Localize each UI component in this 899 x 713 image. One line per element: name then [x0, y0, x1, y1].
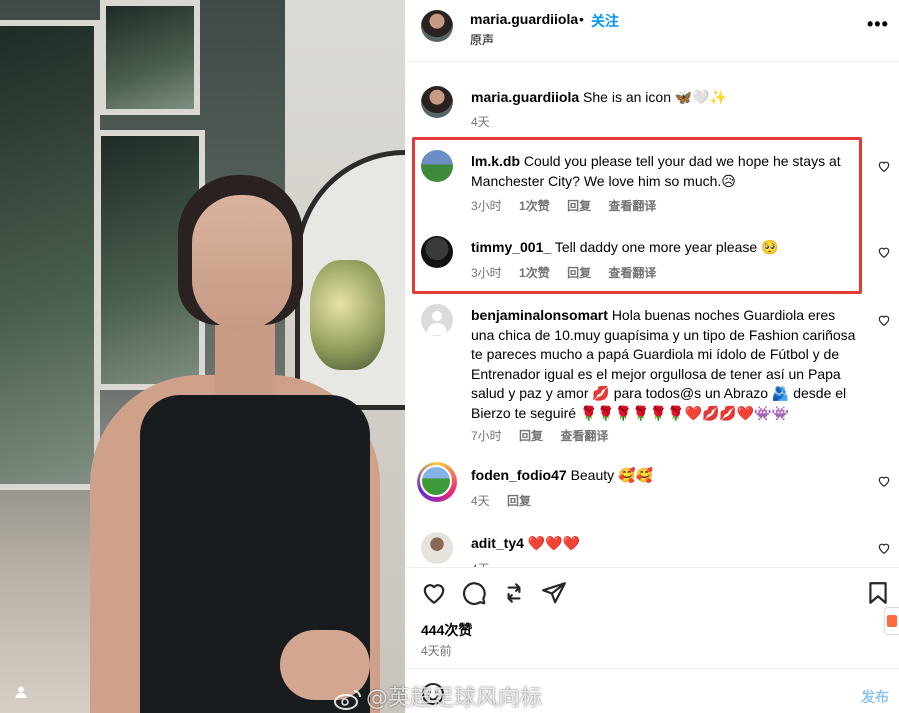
- share-icon[interactable]: [541, 580, 567, 606]
- post-media[interactable]: [0, 0, 405, 713]
- commenter-username[interactable]: lm.k.db: [471, 153, 520, 169]
- comment-text: Could you please tell your dad we hope h…: [471, 153, 841, 189]
- emoji-icon[interactable]: [421, 682, 445, 706]
- separator-dot: •: [579, 11, 584, 27]
- caption-username[interactable]: maria.guardiiola: [471, 89, 579, 105]
- audio-label[interactable]: 原声: [470, 31, 494, 48]
- like-comment-icon[interactable]: [877, 245, 891, 259]
- reply-button[interactable]: 回复: [567, 199, 591, 213]
- caption: maria.guardiiola She is an icon 🦋🤍✨ 4天: [405, 86, 899, 136]
- bookmark-icon[interactable]: [865, 580, 891, 606]
- like-comment-icon[interactable]: [877, 474, 891, 488]
- comment-input[interactable]: [461, 681, 841, 705]
- translate-button[interactable]: 查看翻译: [608, 199, 656, 213]
- post-panel: maria.guardiiola • 关注 原声 ••• maria.guard…: [405, 0, 899, 713]
- side-feedback-tab[interactable]: [884, 607, 899, 635]
- post-date[interactable]: 4天前: [421, 642, 452, 659]
- commenter-username[interactable]: benjaminalonsomart: [471, 307, 608, 323]
- commenter-avatar[interactable]: [421, 236, 453, 268]
- commenter-avatar[interactable]: [421, 532, 453, 564]
- post-header: maria.guardiiola • 关注 原声 •••: [405, 0, 899, 62]
- like-comment-icon[interactable]: [877, 313, 891, 327]
- author-username[interactable]: maria.guardiiola: [470, 11, 578, 27]
- caption-avatar[interactable]: [421, 86, 453, 118]
- comment-item: timmy_001_ Tell daddy one more year plea…: [405, 236, 899, 286]
- comment-likes[interactable]: 1次赞: [519, 266, 550, 280]
- author-avatar[interactable]: [421, 10, 453, 42]
- tagged-user-icon[interactable]: [12, 685, 30, 703]
- like-count[interactable]: 444次赞: [421, 620, 472, 640]
- comment-composer: 发布: [405, 668, 899, 713]
- like-icon[interactable]: [421, 580, 447, 606]
- comment-item: foden_fodio47 Beauty 🥰🥰 4天 回复: [405, 462, 899, 512]
- commenter-username[interactable]: adit_ty4: [471, 535, 524, 551]
- window-top: [100, 0, 200, 115]
- action-bar: 444次赞 4天前: [405, 567, 899, 667]
- comment-time[interactable]: 3小时: [471, 199, 502, 213]
- comment-item: adit_ty4 ❤️❤️❤️ 4天: [405, 532, 899, 567]
- comment-time[interactable]: 3小时: [471, 266, 502, 280]
- repost-icon[interactable]: [501, 580, 527, 606]
- reply-button[interactable]: 回复: [567, 266, 591, 280]
- more-options-icon[interactable]: •••: [867, 14, 889, 35]
- comment-text: Hola buenas noches Guardiola eres una ch…: [471, 307, 856, 421]
- reply-button[interactable]: 回复: [507, 494, 531, 508]
- translate-button[interactable]: 查看翻译: [560, 429, 608, 443]
- comment-icon[interactable]: [461, 580, 487, 606]
- commenter-avatar[interactable]: [421, 304, 453, 336]
- comment-time[interactable]: 7小时: [471, 429, 502, 443]
- commenter-username[interactable]: foden_fodio47: [471, 467, 567, 483]
- commenter-avatar[interactable]: [421, 150, 453, 182]
- comment-time[interactable]: 4天: [471, 494, 490, 508]
- comment-item: lm.k.db Could you please tell your dad w…: [405, 150, 899, 216]
- comment-likes[interactable]: 1次赞: [519, 199, 550, 213]
- commenter-username[interactable]: timmy_001_: [471, 239, 551, 255]
- comment-text: Beauty 🥰🥰: [570, 467, 653, 483]
- comment-item: benjaminalonsomart Hola buenas noches Gu…: [405, 304, 899, 444]
- comment-text: ❤️❤️❤️: [527, 535, 581, 551]
- person-figure: [70, 175, 390, 713]
- follow-button[interactable]: 关注: [591, 11, 619, 31]
- commenter-avatar[interactable]: [417, 462, 457, 502]
- post-button[interactable]: 发布: [861, 687, 889, 707]
- reply-button[interactable]: 回复: [519, 429, 543, 443]
- like-comment-icon[interactable]: [877, 541, 891, 555]
- comment-text: Tell daddy one more year please 🥺: [554, 239, 779, 255]
- translate-button[interactable]: 查看翻译: [608, 266, 656, 280]
- like-comment-icon[interactable]: [877, 159, 891, 173]
- caption-text: She is an icon 🦋🤍✨: [583, 89, 728, 105]
- comment-list[interactable]: maria.guardiiola She is an icon 🦋🤍✨ 4天 l…: [405, 62, 899, 567]
- caption-time[interactable]: 4天: [471, 115, 490, 129]
